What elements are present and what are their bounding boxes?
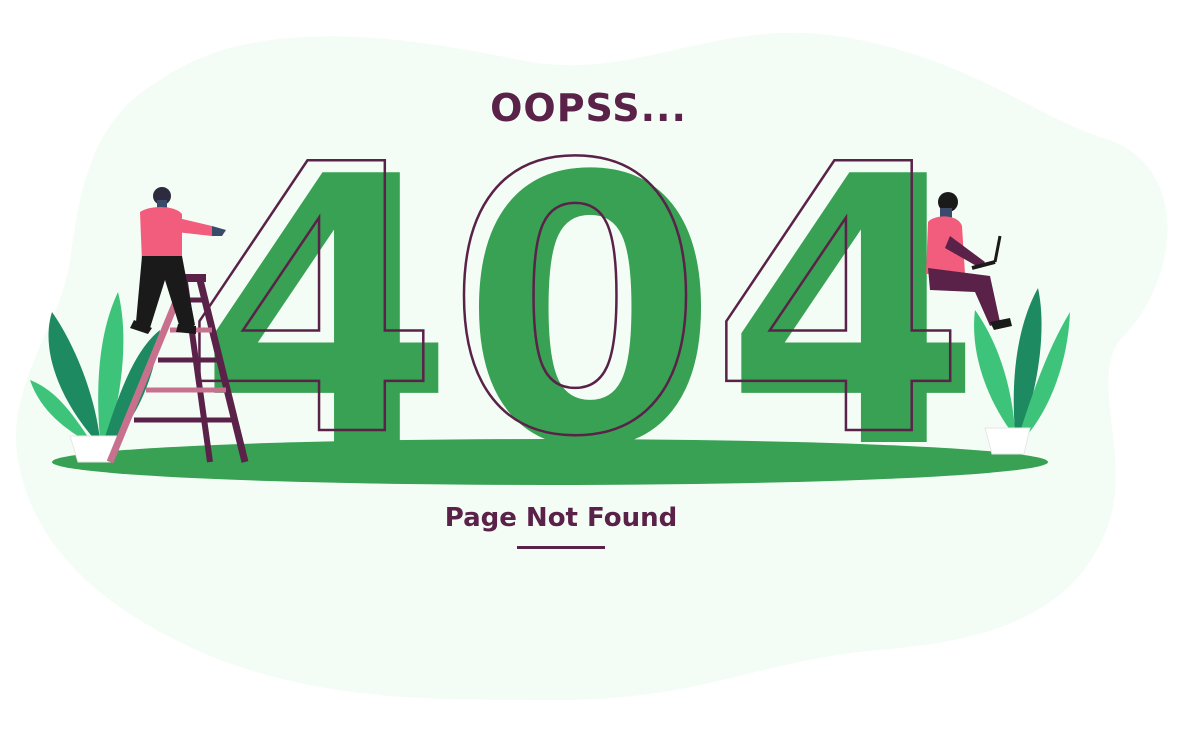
message-underline [517, 546, 605, 549]
error-code-outline: 404 [183, 88, 973, 518]
oops-heading: OOPSS... [490, 86, 687, 130]
page-not-found-message: Page Not Found [444, 503, 678, 533]
